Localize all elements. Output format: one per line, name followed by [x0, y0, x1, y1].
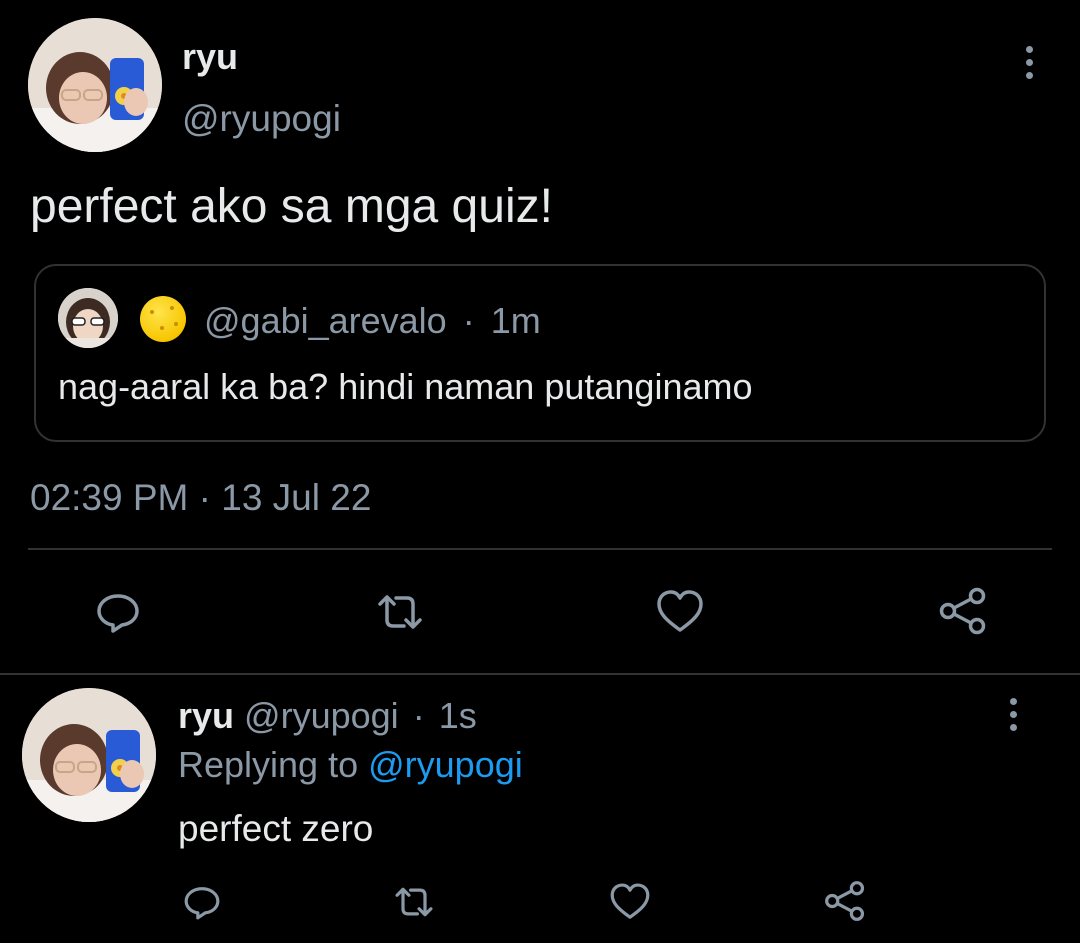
meta-separator: · — [462, 300, 475, 341]
quoted-author-handle[interactable]: @gabi_arevalo — [204, 300, 447, 341]
reply-header: ryu @ryupogi · 1s — [178, 694, 477, 738]
reply-time-ago: 1s — [438, 695, 477, 736]
reply-text: perfect zero — [178, 808, 374, 849]
author-name[interactable]: ryu — [182, 36, 238, 78]
reply-author-handle[interactable]: @ryupogi — [244, 695, 399, 736]
replying-to-link[interactable]: @ryupogi — [368, 744, 523, 785]
tweet-text: perfect ako sa mga quiz! — [30, 180, 553, 233]
quoted-tweet-text: nag-aaral ka ba? hindi naman putanginamo — [58, 366, 753, 407]
reply-more-options-icon[interactable] — [1006, 698, 1020, 731]
reply-author-name[interactable]: ryu — [178, 695, 234, 736]
share-icon — [825, 881, 865, 921]
reply-icon — [97, 594, 139, 633]
tweet-timestamp[interactable]: 02:39 PM · 13 Jul 22 — [30, 476, 371, 520]
share-button[interactable] — [936, 584, 990, 638]
retweet-button[interactable] — [374, 586, 426, 638]
meta-separator: · — [412, 695, 425, 736]
author-handle[interactable]: @ryupogi — [182, 98, 341, 140]
quoted-time-ago: 1m — [490, 300, 541, 341]
reply-author-avatar[interactable] — [22, 688, 156, 822]
reply-like-button[interactable] — [608, 880, 652, 924]
divider — [28, 548, 1052, 550]
like-icon — [610, 883, 650, 919]
more-options-icon[interactable] — [1022, 46, 1036, 79]
quoted-tweet-card[interactable] — [34, 264, 1046, 442]
quoted-meta: @gabi_arevalo · 1m — [204, 300, 541, 342]
quoted-author-avatar[interactable] — [58, 288, 118, 348]
like-button[interactable] — [654, 586, 706, 638]
reply-reply-button[interactable] — [180, 880, 224, 924]
retweet-icon — [378, 595, 422, 629]
reply-button[interactable] — [92, 586, 144, 638]
reply-share-button[interactable] — [822, 878, 868, 924]
reply-retweet-button[interactable] — [392, 880, 436, 924]
section-divider — [0, 673, 1080, 675]
replying-to-label: Replying to — [178, 744, 359, 785]
retweet-icon — [395, 887, 433, 917]
replying-to: Replying to @ryupogi — [178, 742, 523, 788]
yellow-circle-emoji-icon — [140, 296, 186, 342]
author-avatar[interactable] — [28, 18, 162, 152]
share-icon — [939, 587, 986, 635]
reply-icon — [184, 887, 220, 920]
like-icon — [657, 590, 703, 632]
